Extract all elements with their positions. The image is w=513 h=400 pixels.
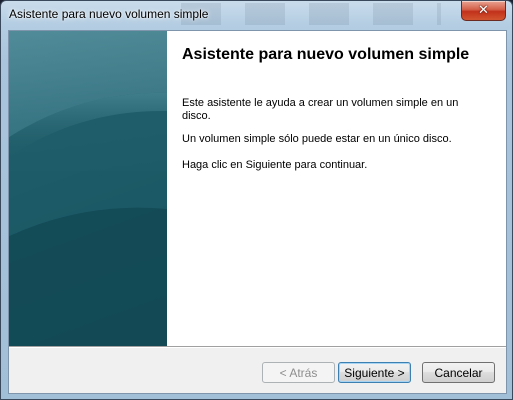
cancel-button[interactable]: Cancelar <box>422 362 495 383</box>
next-button[interactable]: Siguiente > <box>338 362 411 383</box>
button-area-divider <box>9 346 506 348</box>
close-icon: ✕ <box>478 3 489 18</box>
title-bar[interactable]: Asistente para nuevo volumen simple ✕ <box>1 1 512 29</box>
wizard-client-area: Asistente para nuevo volumen simple Este… <box>8 30 507 394</box>
info-paragraph: Un volumen simple sólo puede estar en un… <box>182 133 452 145</box>
continue-instruction: Haga clic en Siguiente para continuar. <box>182 159 368 171</box>
back-button[interactable]: < Atrás <box>262 362 335 383</box>
window-title: Asistente para nuevo volumen simple <box>9 7 209 21</box>
wizard-heading: Asistente para nuevo volumen simple <box>182 46 470 63</box>
intro-paragraph: Este asistente le ayuda a crear un volum… <box>182 97 459 122</box>
wizard-window: Asistente para nuevo volumen simple ✕ As… <box>0 0 513 400</box>
side-banner-graphic <box>9 31 167 346</box>
wizard-side-banner <box>9 31 167 346</box>
close-button[interactable]: ✕ <box>461 1 506 21</box>
wizard-content-pane: Asistente para nuevo volumen simple Este… <box>167 31 506 346</box>
